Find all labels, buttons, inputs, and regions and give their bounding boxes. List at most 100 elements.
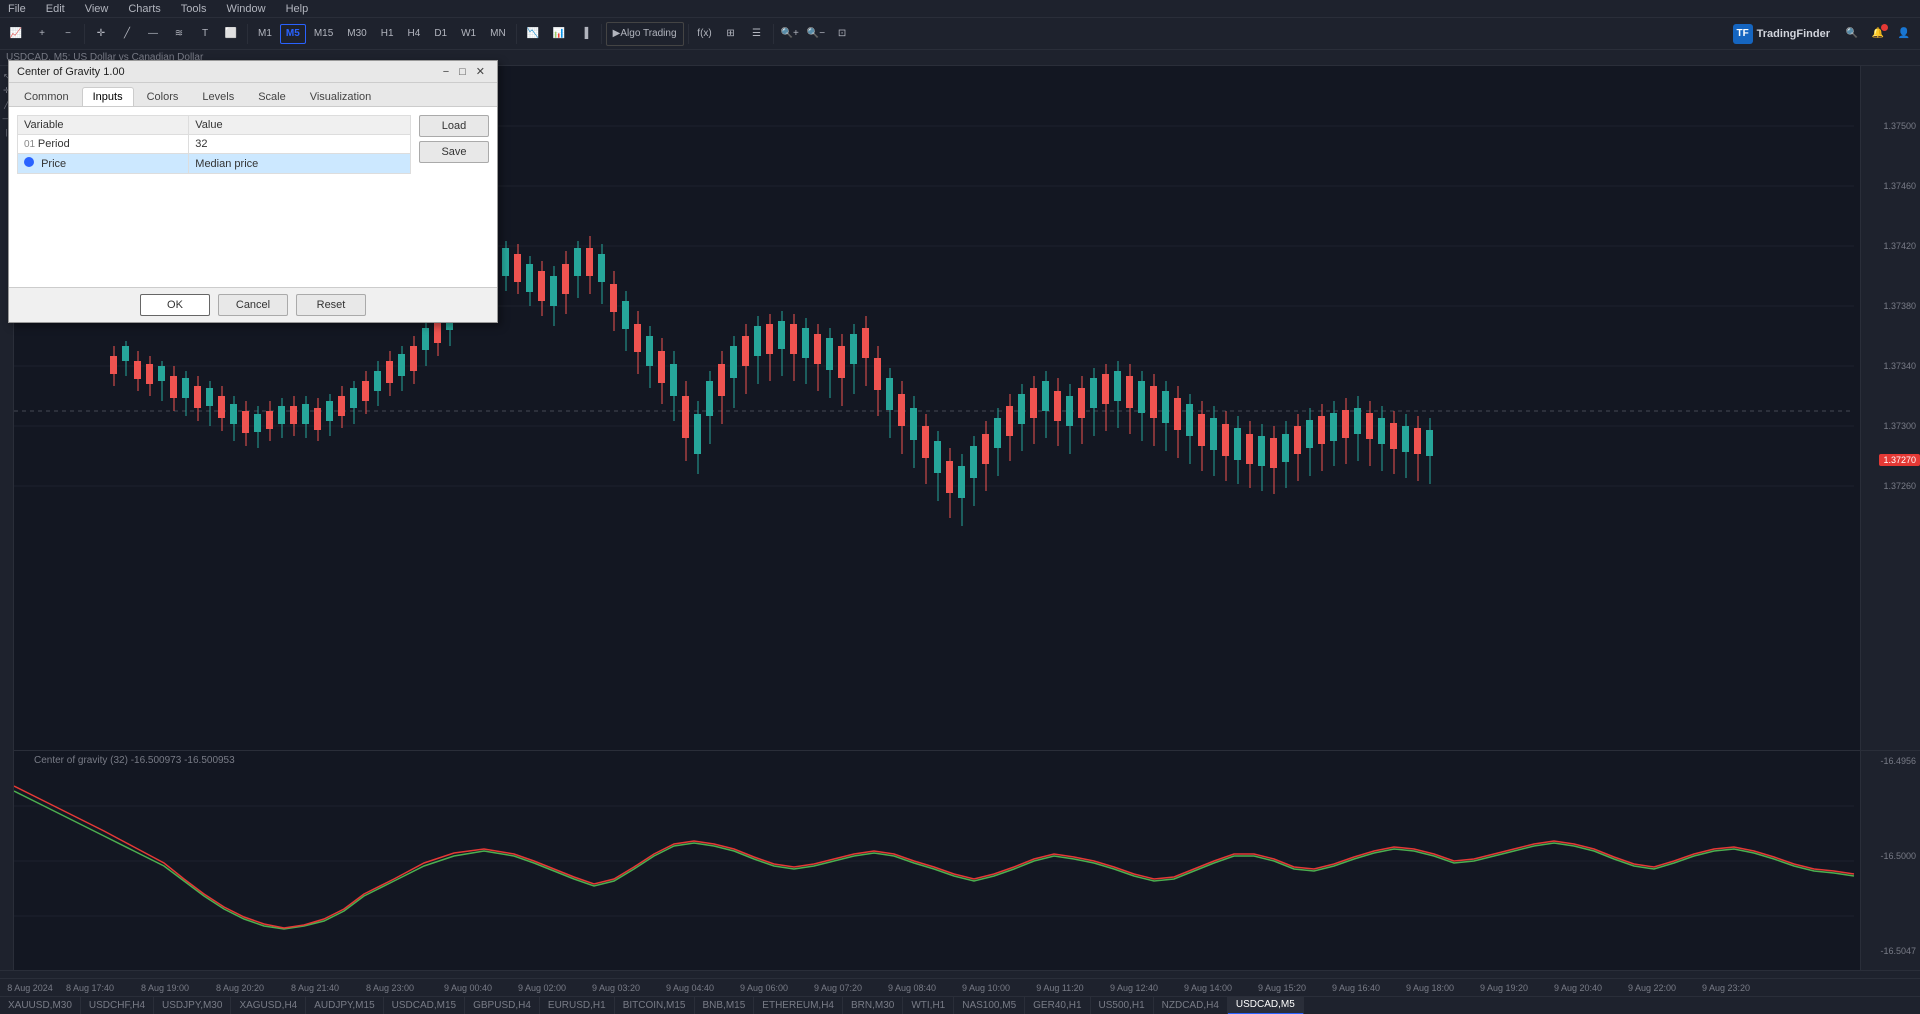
zoom-out-tb[interactable]: 🔍− <box>804 22 828 46</box>
dialog-tab-colors[interactable]: Colors <box>136 87 190 106</box>
dialog-tab-levels[interactable]: Levels <box>191 87 245 106</box>
tab-bnb-m15[interactable]: BNB,M15 <box>695 997 755 1014</box>
dialog-tab-inputs[interactable]: Inputs <box>82 87 134 106</box>
line-chart-button[interactable]: 📉 <box>521 22 545 46</box>
tab-gbpusd-h4[interactable]: GBPUSD,H4 <box>465 997 540 1014</box>
ok-button[interactable]: OK <box>140 294 210 316</box>
tab-eurusd-h1[interactable]: EURUSD,H1 <box>540 997 615 1014</box>
row-period-value[interactable]: 32 <box>189 135 411 154</box>
table-row-period[interactable]: 01 Period 32 <box>18 135 411 154</box>
cog-slow-line <box>14 786 1854 928</box>
time-label-1: 8 Aug 17:40 <box>66 983 114 993</box>
separator-3 <box>516 24 517 44</box>
menu-item-view[interactable]: View <box>81 3 113 15</box>
objects-button[interactable]: ⊞ <box>719 22 743 46</box>
indicators-button[interactable]: f(x) <box>693 22 717 46</box>
tf-m15[interactable]: M15 <box>308 24 339 44</box>
tf-h4[interactable]: H4 <box>402 24 427 44</box>
time-label-14: 9 Aug 11:20 <box>1036 983 1083 993</box>
fib-button[interactable]: ≋ <box>167 22 191 46</box>
candle-chart-button[interactable]: 📊 <box>547 22 571 46</box>
alerts-button[interactable]: 🔔 <box>1866 22 1890 46</box>
price-level-4: 1.37380 <box>1883 301 1920 311</box>
menu-item-charts[interactable]: Charts <box>124 3 164 15</box>
current-price-badge: 1.37270 <box>1879 454 1920 466</box>
save-button[interactable]: Save <box>419 141 489 163</box>
text-button[interactable]: T <box>193 22 217 46</box>
zoom-in-button[interactable]: + <box>30 22 54 46</box>
time-label-2: 8 Aug 19:00 <box>141 983 189 993</box>
time-axis: 8 Aug 2024 8 Aug 17:40 8 Aug 19:00 8 Aug… <box>0 978 1920 996</box>
tab-usdcad-m15[interactable]: USDCAD,M15 <box>384 997 465 1014</box>
shapes-button[interactable]: ⬜ <box>219 22 243 46</box>
account-button[interactable]: 👤 <box>1892 22 1916 46</box>
dialog-tab-visualization[interactable]: Visualization <box>299 87 383 106</box>
symbol-tabs-bar: XAUUSD,M30 USDCHF,H4 USDJPY,M30 XAGUSD,H… <box>0 996 1920 1014</box>
bar-chart-button[interactable]: ▐ <box>573 22 597 46</box>
tf-m5[interactable]: M5 <box>280 24 306 44</box>
time-label-21: 9 Aug 20:40 <box>1554 983 1602 993</box>
fit-all-button[interactable]: ⊡ <box>830 22 854 46</box>
dialog-restore-button[interactable]: □ <box>455 64 470 79</box>
new-chart-button[interactable]: 📈 <box>4 22 28 46</box>
algo-trading-button[interactable]: ▶ Algo Trading <box>606 22 684 46</box>
time-label-9: 9 Aug 04:40 <box>666 983 714 993</box>
dialog-tab-scale[interactable]: Scale <box>247 87 297 106</box>
tab-ger40-h1[interactable]: GER40,H1 <box>1025 997 1090 1014</box>
tab-usdjpy-m30[interactable]: USDJPY,M30 <box>154 997 231 1014</box>
cog-fast-line <box>14 791 1854 929</box>
menu-item-help[interactable]: Help <box>282 3 313 15</box>
tab-bitcoin-m15[interactable]: BITCOIN,M15 <box>615 997 695 1014</box>
tab-usdcad-m5[interactable]: USDCAD,M5 <box>1228 997 1304 1014</box>
indicator-label: Center of gravity (32) -16.500973 -16.50… <box>34 755 235 766</box>
menu-item-tools[interactable]: Tools <box>177 3 211 15</box>
crosshair-button[interactable]: ✛ <box>89 22 113 46</box>
menu-item-edit[interactable]: Edit <box>42 3 69 15</box>
tab-wti-h1[interactable]: WTI,H1 <box>903 997 954 1014</box>
dialog-minimize-button[interactable]: − <box>439 64 453 79</box>
tf-m30[interactable]: M30 <box>341 24 372 44</box>
line-button[interactable]: ╱ <box>115 22 139 46</box>
dialog-inputs-table-area: Variable Value 01 Period 32 <box>17 115 411 279</box>
horizontal-scrollbar[interactable] <box>0 970 1920 978</box>
tf-mn[interactable]: MN <box>484 24 512 44</box>
time-label-18: 9 Aug 16:40 <box>1332 983 1380 993</box>
zoom-out-button[interactable]: − <box>56 22 80 46</box>
zoom-in-tb[interactable]: 🔍+ <box>778 22 802 46</box>
time-label-3: 8 Aug 20:20 <box>216 983 264 993</box>
tab-us500-h1[interactable]: US500,H1 <box>1091 997 1154 1014</box>
indicator-chart[interactable]: Center of gravity (32) -16.500973 -16.50… <box>14 750 1860 970</box>
dialog-close-button[interactable]: ✕ <box>472 64 489 79</box>
hline-button[interactable]: — <box>141 22 165 46</box>
tab-audjpy-m15[interactable]: AUDJPY,M15 <box>306 997 383 1014</box>
reset-button[interactable]: Reset <box>296 294 366 316</box>
menu-item-file[interactable]: File <box>4 3 30 15</box>
tab-ethereum-h4[interactable]: ETHEREUM,H4 <box>754 997 843 1014</box>
indicator-scale-top: -16.4956 <box>1880 756 1920 766</box>
cancel-button[interactable]: Cancel <box>218 294 288 316</box>
tab-nas100-m5[interactable]: NAS100,M5 <box>954 997 1025 1014</box>
templates-button[interactable]: ☰ <box>745 22 769 46</box>
tab-nzdcad-h4[interactable]: NZDCAD,H4 <box>1154 997 1228 1014</box>
load-button[interactable]: Load <box>419 115 489 137</box>
tab-xauusd-m30[interactable]: XAUUSD,M30 <box>0 997 81 1014</box>
row-price-value[interactable]: Median price <box>189 154 411 174</box>
time-label-22: 9 Aug 22:00 <box>1628 983 1676 993</box>
time-label-10: 9 Aug 06:00 <box>740 983 788 993</box>
tf-d1[interactable]: D1 <box>428 24 453 44</box>
time-label-17: 9 Aug 15:20 <box>1258 983 1306 993</box>
menu-item-window[interactable]: Window <box>222 3 269 15</box>
dialog-title-bar[interactable]: Center of Gravity 1.00 − □ ✕ <box>9 61 497 83</box>
table-row-price[interactable]: Price Median price <box>18 154 411 174</box>
tab-brn-m30[interactable]: BRN,M30 <box>843 997 903 1014</box>
tab-xagusd-h4[interactable]: XAGUSD,H4 <box>231 997 306 1014</box>
dialog-tab-common[interactable]: Common <box>13 87 80 106</box>
tf-m1[interactable]: M1 <box>252 24 278 44</box>
tab-usdchf-h4[interactable]: USDCHF,H4 <box>81 997 154 1014</box>
time-label-4: 8 Aug 21:40 <box>291 983 339 993</box>
menubar: File Edit View Charts Tools Window Help <box>0 0 1920 18</box>
tf-h1[interactable]: H1 <box>375 24 400 44</box>
search-button[interactable]: 🔍 <box>1840 22 1864 46</box>
tf-w1[interactable]: W1 <box>455 24 482 44</box>
col-variable: Variable <box>18 116 189 135</box>
